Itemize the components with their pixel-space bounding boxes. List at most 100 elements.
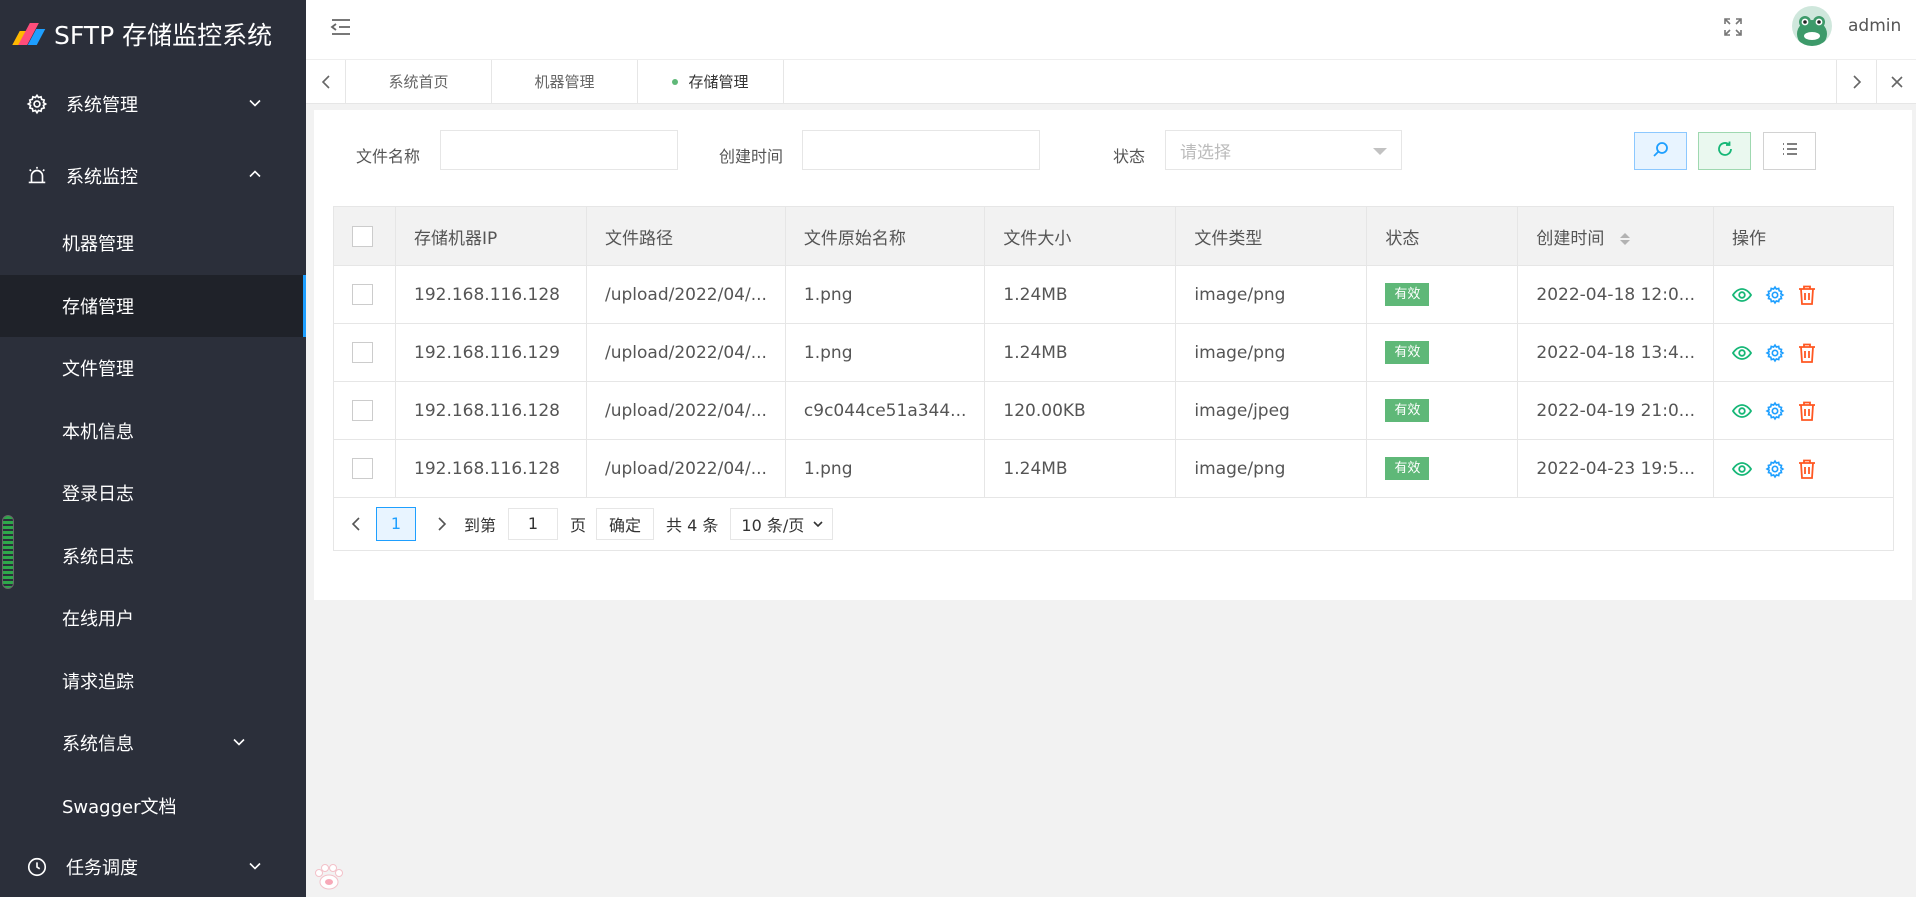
sidebar-group-label: 系统监控 — [66, 167, 138, 188]
cell-name: 1.png — [784, 265, 986, 324]
fullscreen-icon[interactable] — [1724, 18, 1742, 40]
cell-created: 2022-04-19 21:0... — [1517, 381, 1714, 440]
trash-icon[interactable] — [1798, 401, 1816, 421]
tab-label: 机器管理 — [534, 73, 595, 91]
chevron-down-icon — [248, 94, 262, 115]
status-badge: 有效 — [1385, 457, 1430, 480]
row-select-cell[interactable] — [333, 265, 396, 324]
pagination: 1 到第 页 确定 共 4 条 10 条/页 — [333, 497, 1894, 551]
row-select-cell[interactable] — [333, 439, 396, 498]
cell-created: 2022-04-23 19:5... — [1517, 439, 1714, 498]
sidebar-group-system-management[interactable]: 系统管理 — [0, 68, 306, 140]
cell-path: /upload/2022/04/... — [586, 265, 786, 324]
file-name-label: 文件名称 — [356, 147, 421, 166]
tab-home[interactable]: 系统首页 — [346, 60, 492, 103]
cell-ip: 192.168.116.128 — [395, 439, 587, 498]
table-header-row: 存储机器IP 文件路径 文件原始名称 文件大小 文件类型 状态 创建时间 操作 — [333, 206, 1894, 266]
cell-ip: 192.168.116.129 — [395, 323, 587, 382]
menu-fold-icon[interactable] — [330, 16, 352, 42]
cell-ops — [1713, 439, 1894, 498]
goto-confirm-button[interactable]: 确定 — [596, 507, 655, 540]
tab-machine-management[interactable]: 机器管理 — [492, 60, 638, 103]
page-size-select[interactable]: 10 条/页 — [730, 507, 834, 540]
cell-type: image/png — [1175, 265, 1368, 324]
trash-icon[interactable] — [1798, 343, 1816, 363]
sidebar-item-local-info[interactable]: 本机信息 — [0, 400, 306, 463]
sidebar-item-storage-management[interactable]: 存储管理 — [0, 274, 306, 337]
columns-button[interactable] — [1763, 132, 1816, 170]
cell-created: 2022-04-18 12:0... — [1517, 265, 1714, 324]
username[interactable]: admin — [1848, 16, 1901, 36]
sidebar-item-file-management[interactable]: 文件管理 — [0, 337, 306, 400]
tabs-scroll-left-button[interactable] — [306, 60, 346, 103]
created-time-label: 创建时间 — [719, 147, 784, 166]
cell-created: 2022-04-18 13:4... — [1517, 323, 1714, 382]
row-select-cell[interactable] — [333, 381, 396, 440]
sidebar-item-swagger[interactable]: Swagger文档 — [0, 775, 306, 838]
row-checkbox[interactable] — [352, 342, 373, 363]
header-created-label: 创建时间 — [1536, 228, 1605, 249]
select-all-checkbox[interactable] — [352, 225, 373, 247]
cell-ip: 192.168.116.128 — [395, 381, 587, 440]
prev-page-icon[interactable] — [350, 516, 362, 532]
created-time-input[interactable] — [802, 130, 1040, 170]
header-created[interactable]: 创建时间 — [1517, 206, 1714, 266]
gear-icon[interactable] — [1765, 343, 1785, 363]
sidebar-item-request-trace[interactable]: 请求追踪 — [0, 650, 306, 713]
sidebar-item-system-log[interactable]: 系统日志 — [0, 525, 306, 588]
sidebar-item-label: 文件管理 — [62, 359, 134, 381]
eye-icon[interactable] — [1732, 343, 1752, 363]
cell-type: image/jpeg — [1175, 381, 1368, 440]
cell-ops — [1713, 381, 1894, 440]
sidebar-item-label: Swagger文档 — [62, 796, 177, 818]
avatar[interactable] — [1792, 6, 1832, 46]
trash-icon[interactable] — [1798, 285, 1816, 305]
gear-icon[interactable] — [1765, 459, 1785, 479]
row-checkbox[interactable] — [352, 458, 373, 479]
table-row: 192.168.116.129 /upload/2022/04/... 1.pn… — [333, 323, 1894, 382]
row-checkbox[interactable] — [352, 284, 373, 305]
clock-icon — [26, 856, 48, 878]
status-select[interactable]: 请选择 — [1165, 130, 1402, 170]
sort-icon[interactable] — [1619, 232, 1630, 245]
next-page-icon[interactable] — [436, 516, 448, 532]
chevron-down-icon — [248, 857, 262, 878]
sidebar-item-login-log[interactable]: 登录日志 — [0, 462, 306, 525]
tabs-close-button[interactable] — [1876, 60, 1916, 103]
sidebar-item-label: 请求追踪 — [62, 671, 134, 693]
sidebar-item-label: 登录日志 — [62, 484, 134, 506]
eye-icon[interactable] — [1732, 285, 1752, 305]
sidebar-item-machine-management[interactable]: 机器管理 — [0, 212, 306, 275]
sidebar-item-system-info[interactable]: 系统信息 — [0, 712, 306, 775]
tabs-scroll-right-button[interactable] — [1836, 60, 1876, 103]
refresh-icon — [1716, 140, 1734, 162]
sidebar-group-task-scheduling[interactable]: 任务调度 — [0, 837, 306, 897]
sidebar-group-label: 系统管理 — [66, 95, 138, 116]
refresh-button[interactable] — [1698, 132, 1751, 170]
file-name-input[interactable] — [440, 130, 678, 170]
header-select-all[interactable] — [333, 206, 396, 266]
eye-icon[interactable] — [1732, 459, 1752, 479]
row-select-cell[interactable] — [333, 323, 396, 382]
row-checkbox[interactable] — [352, 400, 373, 421]
goto-page-input[interactable] — [508, 507, 559, 540]
cell-type: image/png — [1175, 323, 1368, 382]
header-status: 状态 — [1366, 206, 1519, 266]
tab-storage-management[interactable]: 存储管理 — [638, 60, 784, 103]
trash-icon[interactable] — [1798, 459, 1816, 479]
sidebar-group-system-monitor[interactable]: 系统监控 — [0, 140, 306, 212]
chevron-down-icon — [812, 518, 824, 530]
status-badge: 有效 — [1385, 399, 1430, 422]
sidebar-item-label: 机器管理 — [62, 234, 134, 256]
sidebar: SFTP 存储监控系统 系统管理 系统监控 机器管理 存储管理 文件管理 本机信… — [0, 0, 306, 897]
sidebar-item-online-users[interactable]: 在线用户 — [0, 587, 306, 650]
page-number-current[interactable]: 1 — [376, 506, 416, 541]
gear-icon[interactable] — [1765, 285, 1785, 305]
active-dot-icon — [672, 78, 679, 85]
search-button[interactable] — [1634, 132, 1687, 170]
eye-icon[interactable] — [1732, 401, 1752, 421]
goto-prefix: 到第 — [464, 515, 497, 535]
header-ip: 存储机器IP — [395, 206, 587, 266]
gear-icon[interactable] — [1765, 401, 1785, 421]
cell-type: image/png — [1175, 439, 1368, 498]
